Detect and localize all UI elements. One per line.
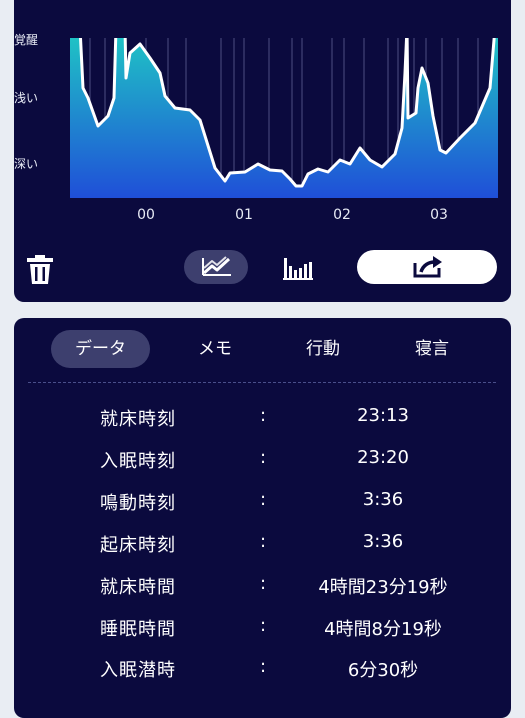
sleep-depth-chart[interactable]: [70, 38, 498, 198]
detail-row-bedtime: 就床時刻 : 23:13: [0, 405, 525, 435]
detail-value: 23:20: [357, 447, 409, 468]
x-label-03: 03: [430, 207, 448, 223]
detail-separator: :: [259, 489, 267, 510]
trash-icon: [27, 255, 53, 284]
tab-divider: [28, 382, 496, 383]
y-label-light: 浅い: [14, 91, 39, 105]
bar-chart-view-button[interactable]: [280, 252, 316, 284]
detail-label: 鳴動時刻: [100, 493, 176, 514]
detail-value: 6分30秒: [347, 660, 419, 681]
detail-row-sleep-onset: 入眠時刻 : 23:20: [0, 447, 525, 477]
detail-value: 3:36: [362, 531, 404, 552]
detail-row-alarm: 鳴動時刻 : 3:36: [0, 489, 525, 519]
share-button[interactable]: [357, 250, 497, 284]
detail-separator: :: [259, 405, 267, 426]
detail-row-sleep-duration: 睡眠時間 : 4時間8分19秒: [0, 615, 525, 645]
tab-data[interactable]: データ: [51, 330, 150, 368]
detail-value: 23:13: [357, 405, 409, 426]
detail-separator: :: [259, 447, 267, 468]
detail-value: 3:36: [362, 489, 404, 510]
detail-label: 入眠時刻: [100, 451, 176, 472]
tab-sleep-talk[interactable]: 寝言: [395, 330, 469, 368]
bar-chart-icon: [283, 258, 313, 280]
detail-row-sleep-latency: 入眠潜時 : 6分30秒: [0, 656, 525, 686]
detail-separator: :: [259, 656, 267, 677]
detail-separator: :: [259, 615, 267, 636]
tab-memo[interactable]: メモ: [178, 330, 252, 368]
detail-value: 4時間23分19秒: [318, 577, 448, 598]
delete-button[interactable]: [26, 255, 54, 285]
detail-row-time-in-bed: 就床時間 : 4時間23分19秒: [0, 573, 525, 603]
detail-label: 睡眠時間: [100, 619, 176, 640]
line-chart-icon: [202, 256, 231, 276]
tab-action[interactable]: 行動: [286, 330, 360, 368]
detail-separator: :: [259, 531, 267, 552]
x-label-00: 00: [137, 207, 155, 223]
y-label-deep: 深い: [14, 157, 39, 171]
detail-separator: :: [259, 573, 267, 594]
detail-label: 入眠潜時: [100, 660, 176, 681]
detail-label: 就床時間: [100, 577, 176, 598]
detail-label: 起床時刻: [100, 535, 176, 556]
x-label-01: 01: [235, 207, 253, 223]
detail-label: 就床時刻: [100, 409, 176, 430]
detail-value: 4時間8分19秒: [324, 619, 442, 640]
x-label-02: 02: [333, 207, 351, 223]
share-icon: [413, 256, 442, 278]
line-chart-view-button[interactable]: [184, 250, 248, 284]
detail-row-wake: 起床時刻 : 3:36: [0, 531, 525, 561]
y-label-awake: 覚醒: [14, 33, 39, 47]
